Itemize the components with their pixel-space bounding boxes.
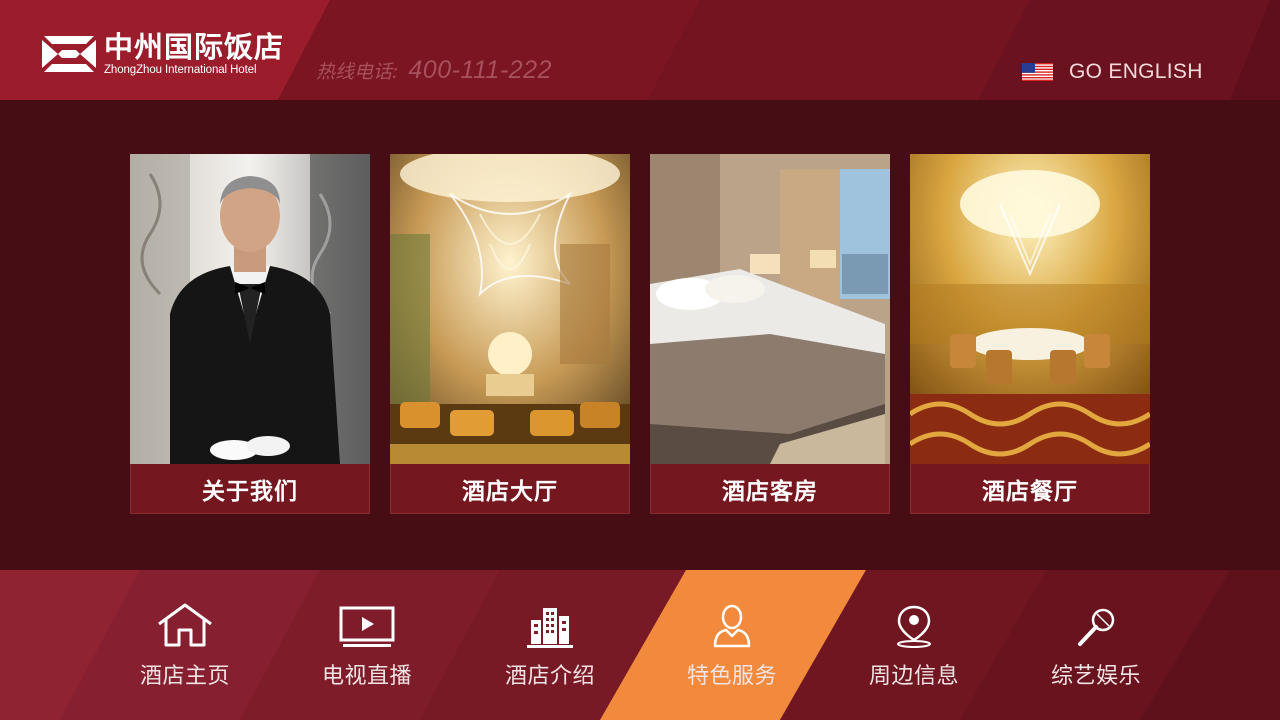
go-english-label: GO ENGLISH	[1069, 60, 1203, 83]
nav-item-nearby-info[interactable]: 周边信息	[824, 570, 1004, 720]
logo-icon	[42, 36, 96, 72]
hotline: 热线电话: 400-111-222	[316, 56, 552, 88]
nav-label: 酒店介绍	[504, 664, 595, 689]
hotline-number: 400-111-222	[408, 56, 552, 84]
nav-item-special-services[interactable]: 特色服务	[642, 570, 822, 720]
card-label: 酒店大厅	[390, 464, 630, 514]
card-about-us[interactable]: 关于我们	[130, 154, 370, 514]
hotel-logo[interactable]: 中州国际饭店 ZhongZhou International Hotel	[40, 30, 284, 80]
microphone-icon	[1078, 608, 1115, 646]
restaurant-photo	[910, 154, 1150, 464]
logo-chinese-name: 中州国际饭店	[104, 30, 285, 64]
nav-item-tv-live[interactable]: 电视直播	[277, 570, 457, 720]
feature-cards: 关于我们 酒店大厅 酒店客房 酒店餐厅	[130, 154, 1150, 514]
card-label: 酒店餐厅	[910, 464, 1150, 514]
go-english-button[interactable]: GO ENGLISH	[1022, 58, 1203, 86]
lobby-photo	[390, 154, 630, 464]
card-hotel-restaurant[interactable]: 酒店餐厅	[910, 154, 1150, 514]
home-icon	[158, 603, 212, 647]
header: 中州国际饭店 ZhongZhou International Hotel 热线电…	[0, 0, 1280, 100]
bottom-navigation: 酒店主页 电视直播 酒店介绍 特色服务 周边信息 综艺娱乐	[0, 570, 1280, 720]
card-hotel-lobby[interactable]: 酒店大厅	[390, 154, 630, 514]
card-label: 关于我们	[130, 464, 370, 514]
hotline-label: 热线电话:	[316, 61, 399, 83]
nav-label: 酒店主页	[139, 664, 230, 689]
tv-play-icon	[339, 606, 395, 647]
nav-item-home[interactable]: 酒店主页	[95, 570, 275, 720]
nav-label: 周边信息	[868, 664, 959, 689]
location-pin-icon	[897, 605, 931, 648]
concierge-photo	[130, 154, 370, 464]
nav-label: 综艺娱乐	[1050, 664, 1141, 689]
user-icon	[713, 604, 751, 648]
nav-item-hotel-intro[interactable]: 酒店介绍	[460, 570, 640, 720]
logo-english-name: ZhongZhou International Hotel	[104, 64, 257, 76]
nav-item-entertainment[interactable]: 综艺娱乐	[1006, 570, 1186, 720]
nav-label: 电视直播	[321, 664, 412, 689]
us-flag-icon	[1022, 63, 1053, 81]
card-label: 酒店客房	[650, 464, 890, 514]
card-hotel-rooms[interactable]: 酒店客房	[650, 154, 890, 514]
nav-label: 特色服务	[686, 664, 777, 689]
room-photo	[650, 154, 890, 464]
building-icon	[527, 608, 573, 648]
